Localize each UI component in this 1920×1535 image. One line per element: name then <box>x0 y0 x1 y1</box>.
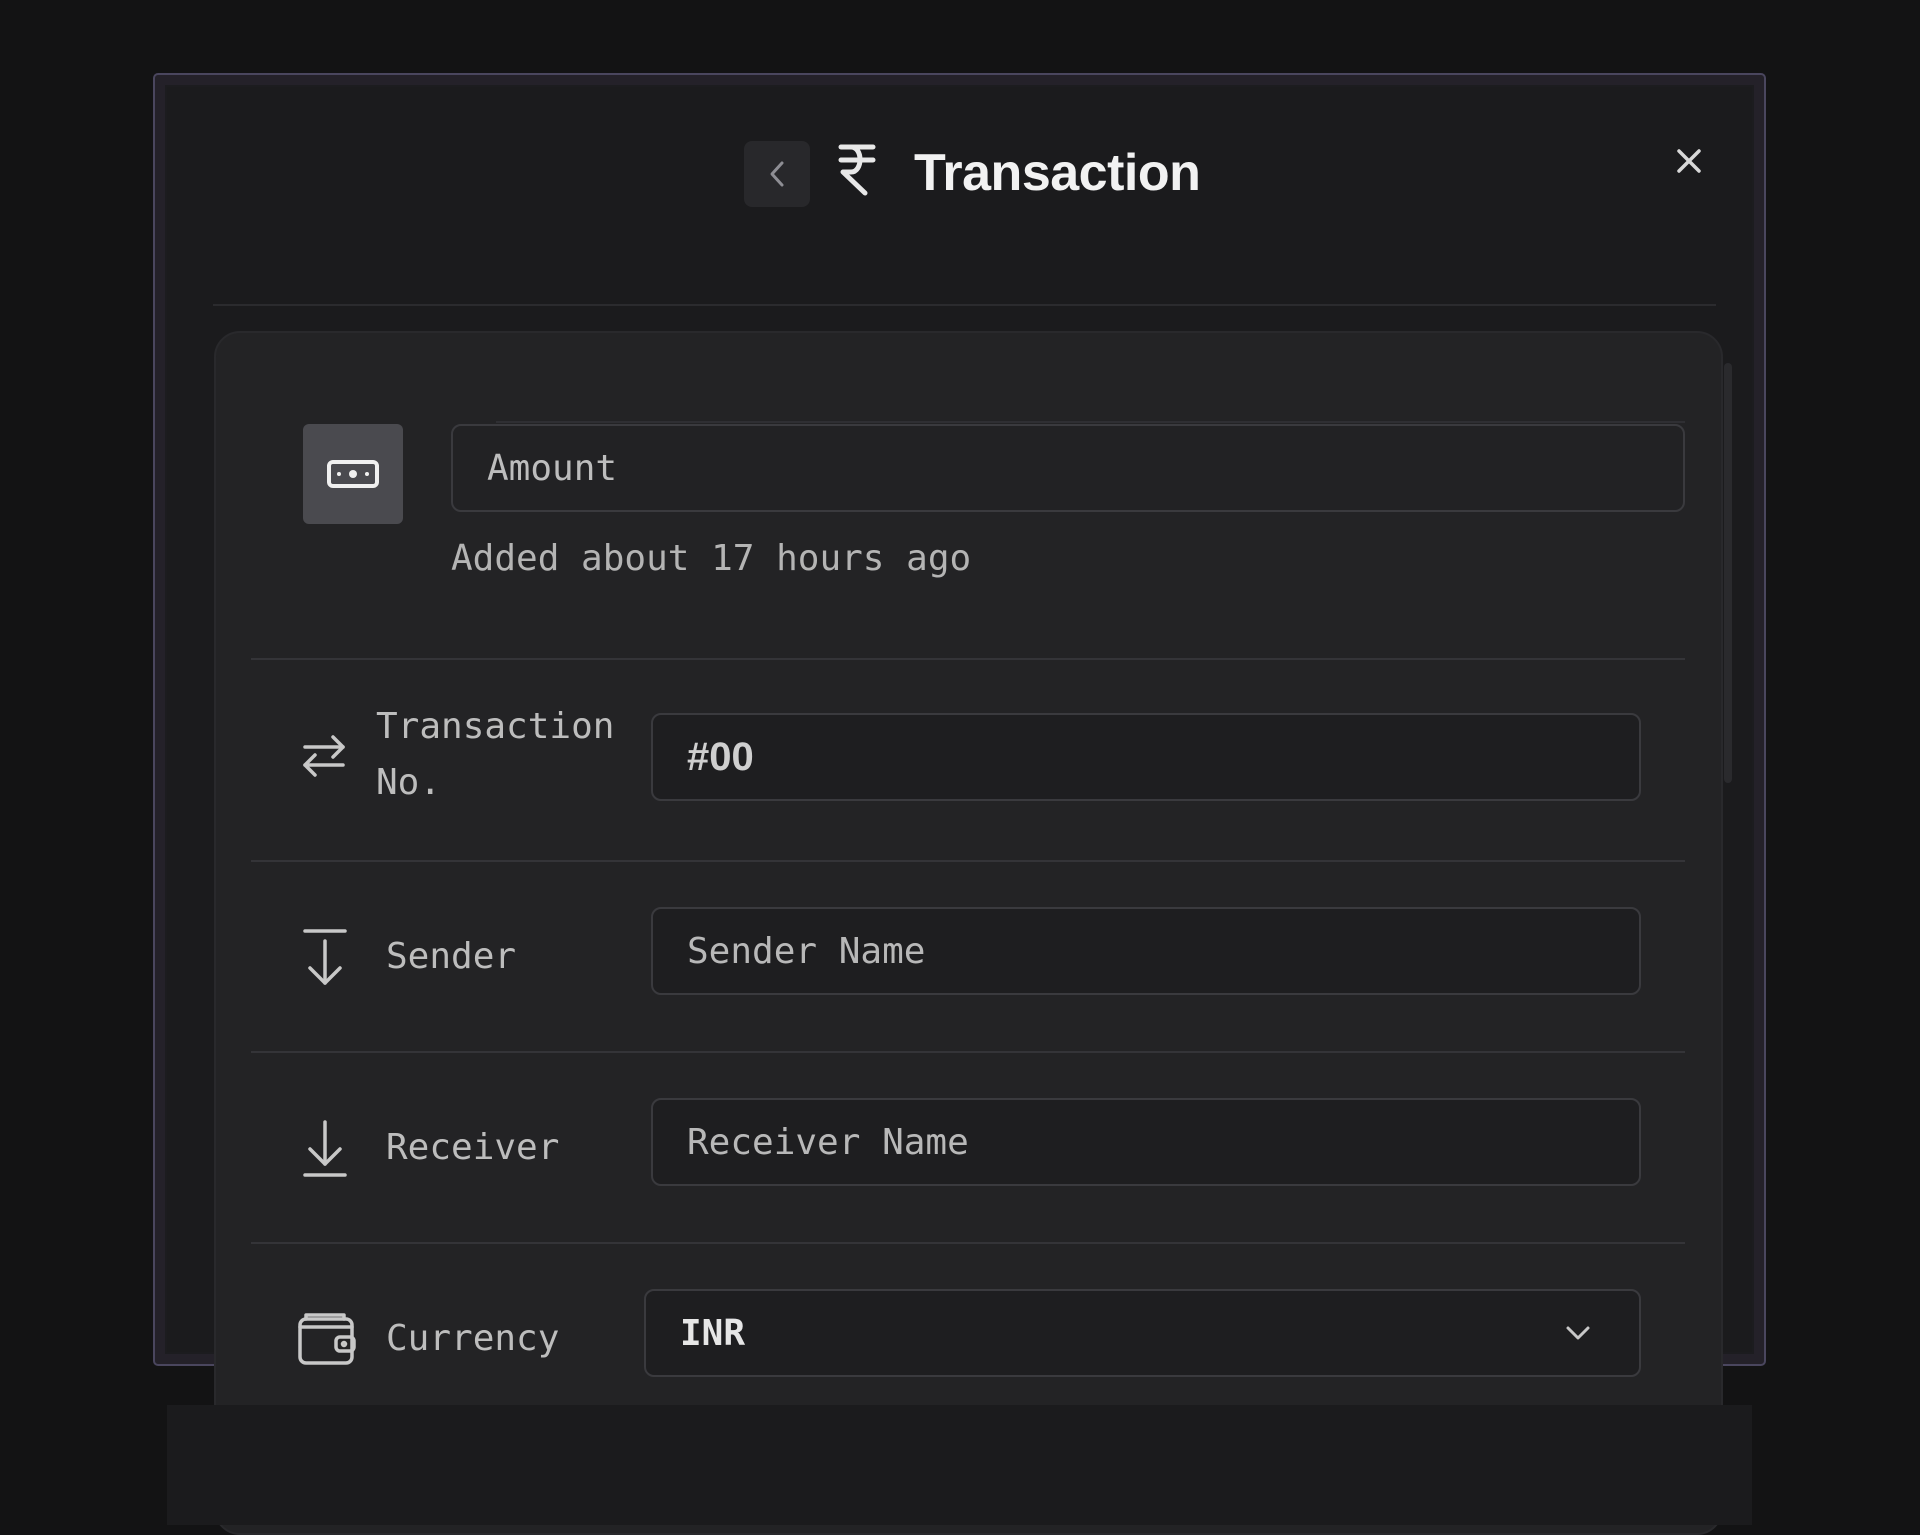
modal-header: Transaction <box>167 87 1752 237</box>
currency-label: Currency <box>386 1318 560 1359</box>
currency-select[interactable]: INR <box>644 1289 1641 1377</box>
receiver-label: Receiver <box>386 1127 560 1168</box>
rupee-icon <box>838 144 876 196</box>
arrow-down-to-bar-icon <box>303 1120 347 1177</box>
transaction-card: Added about 17 hours ago Transaction No.… <box>214 331 1732 1535</box>
modal-body: Transaction Amount Added about 17 hours … <box>167 87 1752 1535</box>
chevron-left-icon <box>770 161 784 187</box>
sender-name-input[interactable] <box>651 907 1641 995</box>
transaction-no-label-line2: No. <box>376 762 442 803</box>
row-divider <box>251 860 1685 862</box>
arrow-down-from-bar-icon <box>303 929 347 985</box>
sender-label: Sender <box>386 936 517 977</box>
header-divider <box>213 304 1716 306</box>
close-button[interactable] <box>1669 141 1709 181</box>
row-divider <box>251 1242 1685 1244</box>
swap-arrows-icon <box>303 735 345 777</box>
amount-icon-box <box>303 424 403 524</box>
transaction-modal: Transaction Amount Added about 17 hours … <box>153 73 1766 1535</box>
added-timestamp: Added about 17 hours ago <box>451 538 972 579</box>
banknote-icon <box>327 460 379 488</box>
modal-title: Transaction <box>914 144 1201 202</box>
currency-selected-value: INR <box>680 1312 746 1354</box>
card-top-line <box>496 421 1685 423</box>
row-divider <box>251 658 1685 660</box>
amount-input[interactable] <box>451 424 1685 512</box>
wallet-icon <box>298 1313 356 1365</box>
transaction-no-label-line1: Transaction <box>376 706 615 747</box>
transaction-no-field[interactable]: #00 <box>651 713 1641 801</box>
close-icon <box>1677 149 1701 173</box>
back-button[interactable] <box>744 141 810 207</box>
row-divider <box>251 1051 1685 1053</box>
transaction-no-label: Transaction No. <box>376 699 614 811</box>
receiver-name-input[interactable] <box>651 1098 1641 1186</box>
modal-footer-area <box>167 1405 1752 1525</box>
scrollbar[interactable] <box>1724 363 1732 783</box>
chevron-down-icon <box>1566 1326 1590 1340</box>
